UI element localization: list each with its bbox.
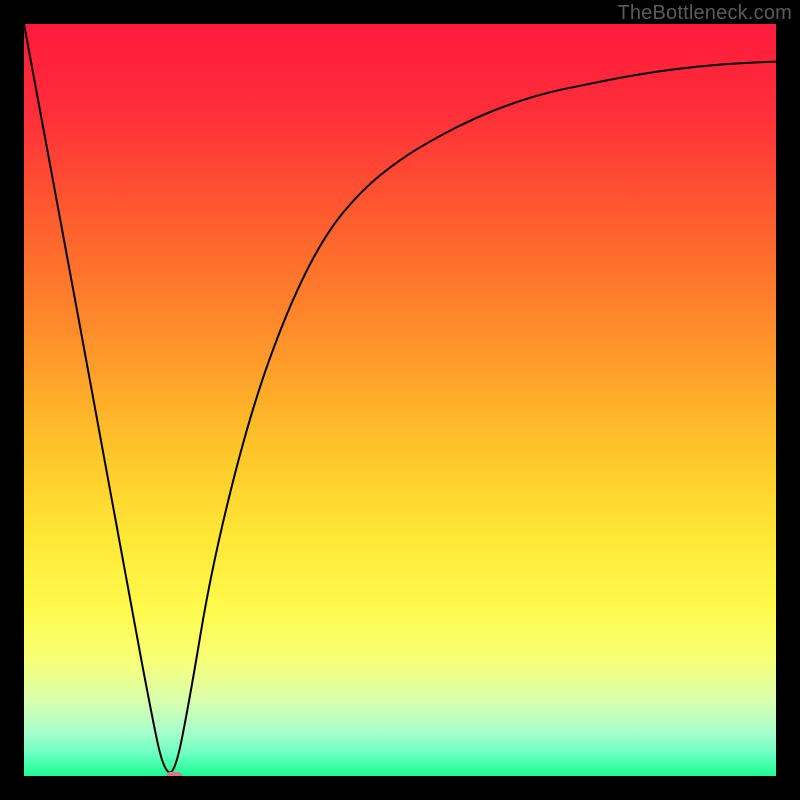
chart-frame: TheBottleneck.com — [0, 0, 800, 800]
watermark: TheBottleneck.com — [617, 2, 792, 25]
plot-area — [24, 24, 776, 776]
bottleneck-curve — [24, 24, 776, 776]
minimum-marker — [166, 772, 182, 776]
